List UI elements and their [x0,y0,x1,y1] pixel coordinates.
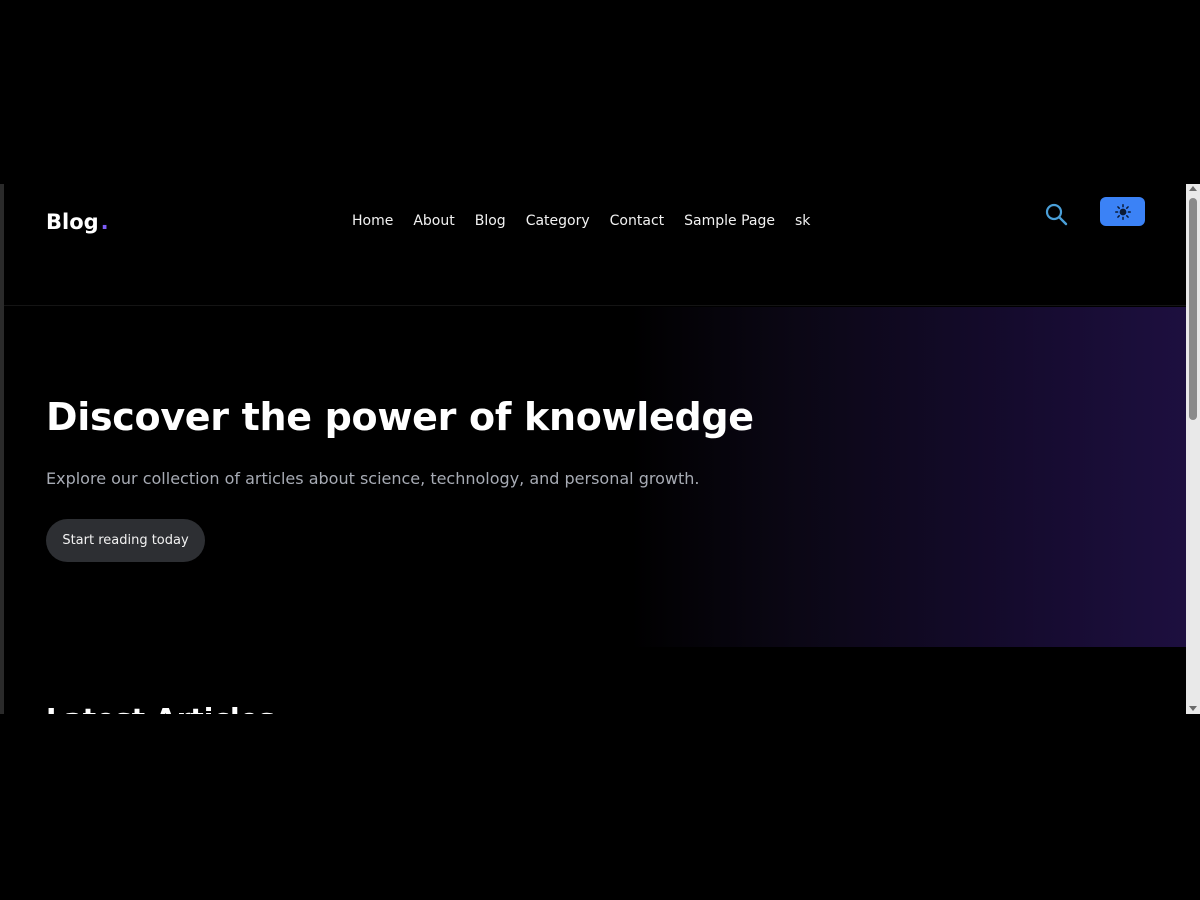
nav-link-sample-page[interactable]: Sample Page [684,213,775,229]
browser-viewport: Blog. Home About Blog Category Contact S… [0,184,1200,714]
start-reading-button[interactable]: Start reading today [46,519,205,562]
logo-text: Blog [46,210,99,234]
site-logo[interactable]: Blog. [46,210,109,234]
nav-link-about[interactable]: About [413,213,454,229]
theme-toggle-button[interactable] [1100,197,1145,226]
logo-dot: . [100,210,109,234]
scrollbar-thumb[interactable] [1189,198,1197,420]
site-header: Blog. Home About Blog Category Contact S… [4,184,1186,306]
latest-articles-heading: Latest Articles [46,702,275,714]
vertical-scrollbar[interactable] [1186,184,1200,714]
main-nav: Home About Blog Category Contact Sample … [352,213,830,229]
scroll-down-arrow-icon[interactable] [1189,706,1197,711]
hero-subtitle: Explore our collection of articles about… [46,469,700,488]
hero-background-gradient [630,307,1186,647]
scroll-up-arrow-icon[interactable] [1189,186,1197,191]
sun-icon [1114,203,1131,220]
search-icon [1045,203,1068,226]
nav-link-blog[interactable]: Blog [475,213,506,229]
nav-link-contact[interactable]: Contact [610,213,664,229]
nav-link-sk[interactable]: sk [795,213,810,229]
nav-link-category[interactable]: Category [526,213,590,229]
search-button[interactable] [1044,202,1070,228]
hero-section: Discover the power of knowledge Explore … [4,307,1186,647]
hero-title: Discover the power of knowledge [46,395,754,439]
nav-link-home[interactable]: Home [352,213,393,229]
